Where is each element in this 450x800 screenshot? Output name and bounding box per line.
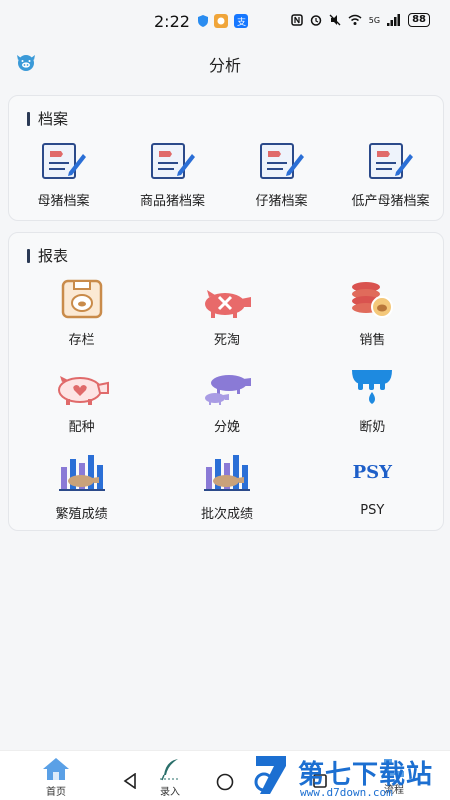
bar-chart-pig-icon <box>58 455 105 491</box>
archive-title-text: 档案 <box>38 110 69 128</box>
svg-text:支: 支 <box>237 16 246 28</box>
nav-home[interactable]: 首页 <box>36 757 76 798</box>
status-bar: 2:22 支 5G 88 <box>0 0 450 42</box>
section-bar <box>27 248 30 263</box>
report-reproduction-performance-tile[interactable]: 繁殖成绩 <box>9 451 154 528</box>
report-sales-label: 销售 <box>359 333 386 348</box>
archive-piglet-tile[interactable]: 仔猪档案 <box>227 140 336 209</box>
archive-grid: 母猪档案 商品猪档案 仔猪档案 低产母猪档案 <box>9 140 445 209</box>
report-farrowing-tile[interactable]: 分娩 <box>154 364 299 441</box>
site-watermark: 第七下载站 www.d7down.com <box>250 752 446 800</box>
report-inventory-label: 存栏 <box>68 333 95 348</box>
report-card: 报表 存栏 死淘 销售 配种 分娩 断奶 繁殖成绩 批次成绩 PSY PSY <box>8 232 444 531</box>
report-inventory-tile[interactable]: 存栏 <box>9 277 154 354</box>
quill-icon <box>160 759 180 781</box>
report-reproduction-performance-label: 繁殖成绩 <box>55 507 108 522</box>
archive-card: 档案 母猪档案 商品猪档案 仔猪档案 低产母猪档案 <box>8 95 444 221</box>
document-edit-icon <box>259 143 304 179</box>
udder-drop-icon <box>352 370 393 404</box>
sow-piglet-icon <box>204 375 251 405</box>
report-weaning-tile[interactable]: 断奶 <box>300 364 445 441</box>
status-time: 2:22 <box>154 12 190 31</box>
bar-chart-pig-icon <box>203 455 250 491</box>
status-right: 5G 88 <box>291 13 430 27</box>
report-breeding-label: 配种 <box>68 420 95 435</box>
psy-text-icon: PSY <box>352 461 393 483</box>
alarm-icon <box>310 15 322 26</box>
alipay-icon: 支 <box>234 14 248 28</box>
archive-sow-tile[interactable]: 母猪档案 <box>9 140 118 209</box>
section-bar <box>27 111 30 126</box>
document-edit-icon <box>41 143 86 179</box>
archive-section-title: 档案 <box>27 108 68 129</box>
page-title: 分析 <box>208 56 241 75</box>
document-edit-icon <box>150 143 195 179</box>
signal-icon <box>387 14 401 26</box>
document-edit-icon <box>368 143 413 179</box>
report-sales-tile[interactable]: 销售 <box>300 277 445 354</box>
report-weaning-label: 断奶 <box>359 420 386 435</box>
nav-entry-label: 录入 <box>160 787 180 798</box>
coins-pig-icon <box>352 282 394 318</box>
system-home-icon[interactable] <box>216 773 234 791</box>
report-culling-tile[interactable]: 死淘 <box>154 277 299 354</box>
report-culling-label: 死淘 <box>213 333 240 348</box>
watermark-logo-icon <box>254 756 286 794</box>
report-farrowing-label: 分娩 <box>213 420 240 435</box>
report-psy-label: PSY <box>360 503 385 518</box>
app-notification-icon <box>214 14 228 28</box>
report-title-text: 报表 <box>38 247 69 265</box>
watermark-url: www.d7down.com <box>300 786 393 799</box>
report-batch-performance-tile[interactable]: 批次成绩 <box>154 451 299 528</box>
mute-icon <box>329 14 341 26</box>
inventory-box-icon <box>61 279 102 319</box>
nav-entry[interactable]: 录入 <box>150 757 190 798</box>
shield-icon <box>198 15 208 27</box>
archive-piglet-label: 仔猪档案 <box>255 194 308 209</box>
archive-low-yield-sow-tile[interactable]: 低产母猪档案 <box>336 140 445 209</box>
pig-heart-icon <box>57 376 109 405</box>
archive-low-yield-sow-label: 低产母猪档案 <box>351 194 430 209</box>
battery-indicator: 88 <box>408 13 430 27</box>
nav-home-label: 首页 <box>46 787 66 798</box>
app-header: 分析 <box>0 42 450 86</box>
report-batch-performance-label: 批次成绩 <box>200 507 253 522</box>
pig-logo-icon[interactable] <box>14 52 38 72</box>
home-icon <box>43 758 69 780</box>
report-breeding-tile[interactable]: 配种 <box>9 364 154 441</box>
report-section-title: 报表 <box>27 245 68 266</box>
archive-sow-label: 母猪档案 <box>37 194 90 209</box>
archive-commodity-pig-label: 商品猪档案 <box>139 194 205 209</box>
wifi-icon <box>348 14 362 25</box>
archive-commodity-pig-tile[interactable]: 商品猪档案 <box>118 140 227 209</box>
system-back-icon[interactable] <box>122 773 138 789</box>
report-psy-tile[interactable]: PSY PSY <box>300 451 445 528</box>
status-app-icons: 支 <box>198 14 248 28</box>
pig-cross-icon <box>204 290 251 318</box>
nfc-icon <box>291 14 303 26</box>
signal-label: 5G <box>368 15 381 25</box>
report-grid: 存栏 死淘 销售 配种 分娩 断奶 繁殖成绩 批次成绩 PSY PSY <box>9 277 445 528</box>
